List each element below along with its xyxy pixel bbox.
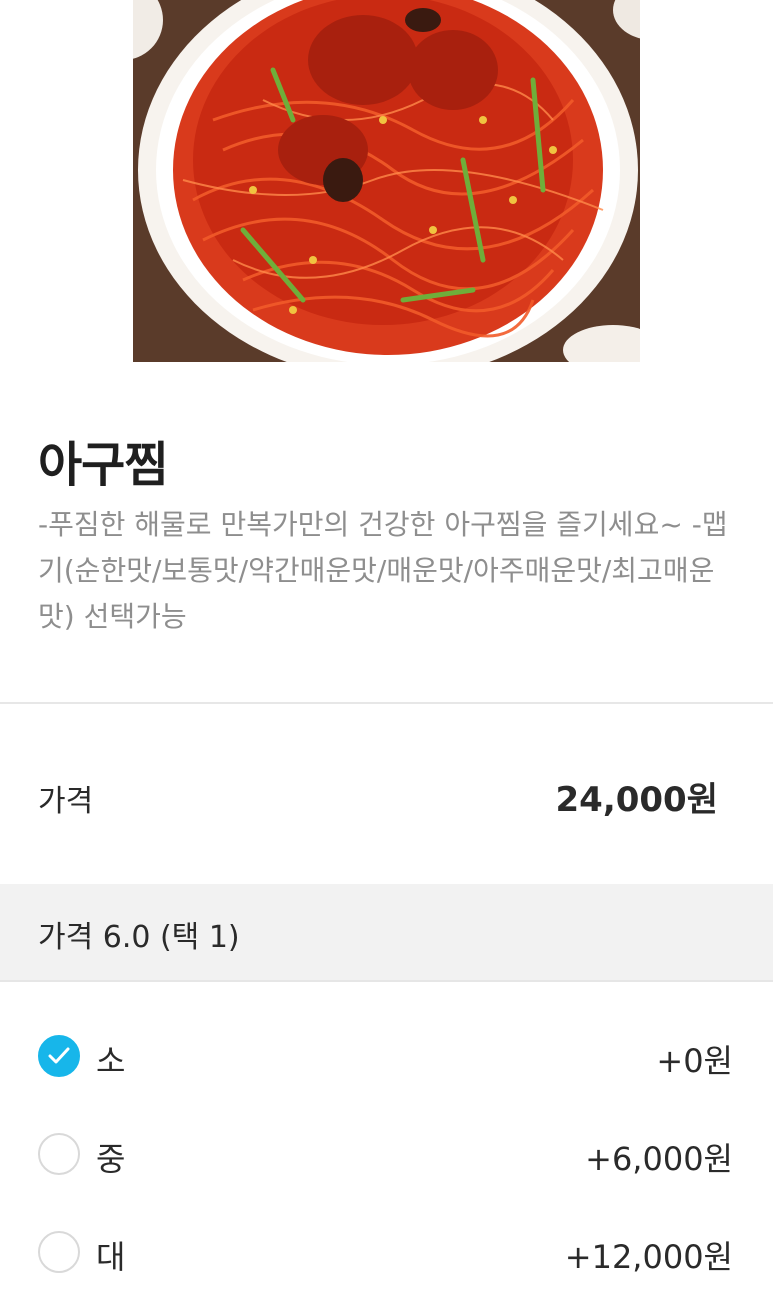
check-icon — [48, 1047, 70, 1064]
menu-description: -푸짐한 해물로 만복가만의 건강한 아구찜을 즐기세요~ -맵기(순한맛/보통… — [38, 508, 728, 633]
option-group-header: 가격 6.0 (택 1) — [0, 884, 773, 982]
divider — [0, 702, 773, 704]
option-row-large[interactable]: 대 +12,000원 — [0, 1222, 773, 1282]
hero-area — [0, 0, 773, 362]
option-label: 소 — [96, 1042, 126, 1080]
option-price: +12,000원 — [564, 1238, 733, 1276]
option-row-medium[interactable]: 중 +6,000원 — [0, 1124, 773, 1184]
radio-unchecked-icon[interactable] — [38, 1133, 80, 1175]
option-price: +0원 — [656, 1042, 733, 1080]
menu-title: 아구찜 — [38, 437, 168, 493]
option-row-small[interactable]: 소 +0원 — [0, 1026, 773, 1086]
food-photo — [133, 0, 640, 362]
option-label: 중 — [96, 1140, 126, 1178]
option-label: 대 — [96, 1238, 126, 1276]
radio-checked-icon[interactable] — [38, 1035, 80, 1077]
option-group-title: 가격 6.0 (택 1) — [38, 920, 240, 955]
price-value: 24,000원 — [555, 780, 718, 820]
price-label: 가격 — [38, 784, 94, 819]
option-price: +6,000원 — [585, 1140, 733, 1178]
menu-detail-page: 아구찜 -푸짐한 해물로 만복가만의 건강한 아구찜을 즐기세요~ -맵기(순한… — [0, 0, 773, 1306]
radio-unchecked-icon[interactable] — [38, 1231, 80, 1273]
